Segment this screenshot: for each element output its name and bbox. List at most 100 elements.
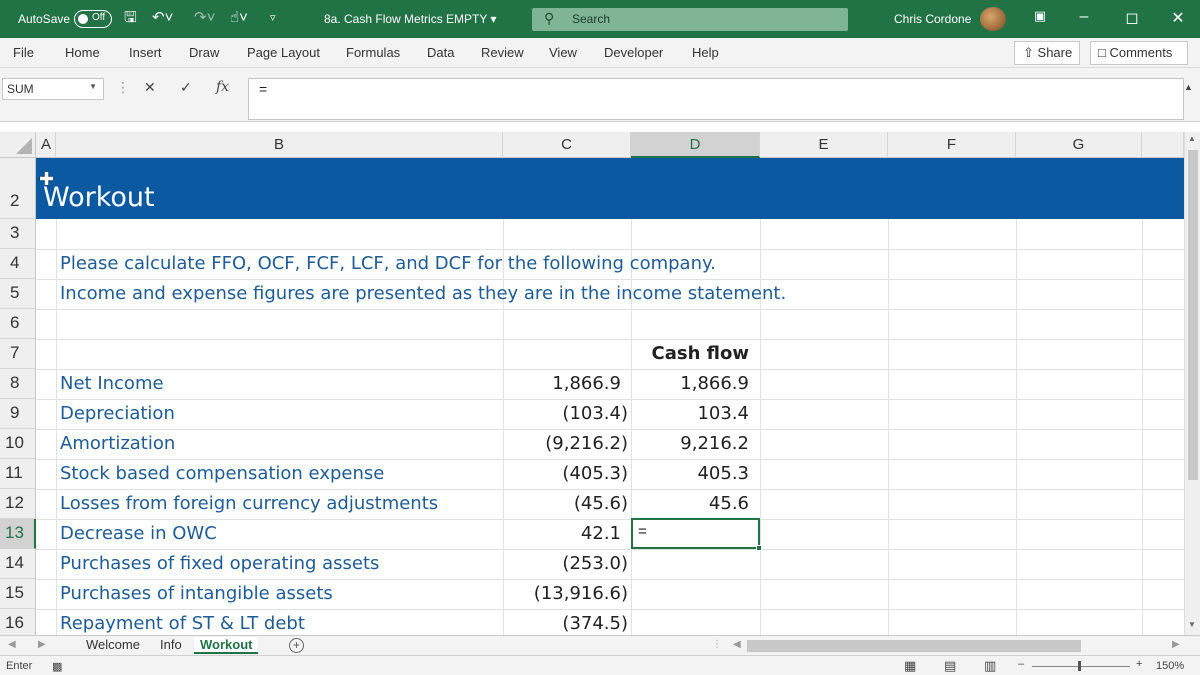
active-cell-d13[interactable]: = [631,518,762,551]
formula-input[interactable]: = [248,78,1184,120]
column-header-next[interactable] [1142,132,1184,158]
chevron-down-icon[interactable]: ▼ [89,82,97,91]
row-header-10[interactable]: 10 [0,429,36,459]
tab-home[interactable]: Home [65,45,100,60]
undo-icon[interactable]: ↶˅ [152,9,173,27]
scroll-down-icon[interactable]: ▼ [1188,620,1196,629]
gridline [631,158,632,635]
tab-data[interactable]: Data [427,45,454,60]
item-value: (405.3) [562,463,628,484]
row-header-6[interactable]: 6 [0,309,36,339]
scroll-up-icon[interactable]: ▲ [1188,134,1196,143]
zoom-in-icon[interactable]: + [1136,658,1142,670]
more-options-icon[interactable]: ⋮ [116,79,130,96]
prev-sheet-icon[interactable]: ◀ [8,639,16,650]
zoom-level[interactable]: 150% [1156,660,1184,672]
confirm-entry-icon[interactable]: ✓ [180,79,192,96]
customize-toolbar-icon[interactable]: ▿ [270,9,276,27]
tab-file[interactable]: File [13,45,34,60]
column-header-e[interactable]: E [760,132,888,158]
insert-function-icon[interactable]: fx [216,79,229,95]
column-header-f[interactable]: F [888,132,1016,158]
comments-button[interactable]: □ Comments [1090,41,1188,65]
row-header-9[interactable]: 9 [0,399,36,429]
scroll-left-icon[interactable]: ◀ [733,639,741,650]
cancel-entry-icon[interactable]: ✕ [144,79,156,96]
tab-draw[interactable]: Draw [189,45,219,60]
column-header-b[interactable]: B [56,132,503,158]
share-button[interactable]: ⇧ Share [1014,41,1080,65]
next-sheet-icon[interactable]: ▶ [38,639,46,650]
scrollbar-thumb[interactable] [1188,150,1198,480]
search-placeholder: Search [572,12,611,26]
save-icon[interactable]: 🖫 [124,9,137,27]
tab-page-layout[interactable]: Page Layout [247,45,320,60]
add-sheet-icon[interactable]: + [289,638,304,653]
item-label: Amortization [60,433,176,454]
column-header-a[interactable]: A [36,132,56,158]
tab-split-icon[interactable]: ⋮ [712,639,722,650]
tab-review[interactable]: Review [481,45,524,60]
row-header-13[interactable]: 13 [0,519,36,549]
spreadsheet-grid[interactable]: A B C D E F G 2 3 4 5 6 7 8 9 10 11 12 1… [0,132,1184,635]
zoom-slider-thumb[interactable] [1078,661,1081,671]
sheet-tab-welcome[interactable]: Welcome [86,637,140,652]
name-box[interactable]: SUM ▼ [2,78,104,100]
tab-formulas[interactable]: Formulas [346,45,400,60]
gridline [36,609,1184,610]
row-header-8[interactable]: 8 [0,369,36,399]
page-break-preview-icon[interactable]: ▥ [984,658,996,674]
normal-view-icon[interactable]: ▦ [904,658,916,674]
tab-help[interactable]: Help [692,45,719,60]
avatar[interactable] [980,7,1006,31]
item-value: (253.0) [562,553,628,574]
expand-formula-bar-icon[interactable]: ▲ [1184,82,1193,92]
row-header-5[interactable]: 5 [0,279,36,309]
fill-handle[interactable] [756,545,762,551]
select-all-corner[interactable] [0,132,36,158]
autosave-toggle[interactable]: Off [74,10,112,28]
row-header-15[interactable]: 15 [0,579,36,609]
autosave-state: Off [92,12,106,23]
touch-mode-icon[interactable]: ☝˅ [230,9,248,27]
row-header-11[interactable]: 11 [0,459,36,489]
zoom-out-icon[interactable]: – [1018,658,1024,670]
row-header-7[interactable]: 7 [0,339,36,369]
gridline [36,549,1184,550]
row-header-3[interactable]: 3 [0,219,36,249]
scroll-right-icon[interactable]: ▶ [1172,639,1180,650]
gridline [56,158,57,635]
horizontal-scrollbar-thumb[interactable] [747,640,1081,652]
item-cash-flow: 405.3 [697,463,749,484]
tab-view[interactable]: View [549,45,577,60]
tab-developer[interactable]: Developer [604,45,663,60]
title-banner[interactable] [36,158,1184,219]
row-header-4[interactable]: 4 [0,249,36,279]
document-title[interactable]: 8a. Cash Flow Metrics EMPTY ▾ [324,12,497,26]
page-layout-view-icon[interactable]: ▤ [944,658,956,674]
search-box[interactable]: ⚲ Search [532,8,848,31]
zoom-slider[interactable] [1032,666,1130,667]
vertical-scrollbar[interactable]: ▲ ▼ [1184,132,1200,635]
redo-icon[interactable]: ↷˅ [194,9,215,27]
item-label: Depreciation [60,403,175,424]
maximize-icon[interactable]: ◻ [1120,8,1144,28]
row-header-14[interactable]: 14 [0,549,36,579]
close-icon[interactable]: ✕ [1166,8,1190,28]
ribbon-display-icon[interactable]: ▣ [1028,8,1052,24]
user-name[interactable]: Chris Cordone [894,12,971,26]
row-header-16[interactable]: 16 [0,609,36,635]
sheet-tab-info[interactable]: Info [160,637,182,652]
row-header-12[interactable]: 12 [0,489,36,519]
tab-insert[interactable]: Insert [129,45,162,60]
column-header-g[interactable]: G [1016,132,1142,158]
autosave-label: AutoSave [18,12,71,26]
column-header-c[interactable]: C [503,132,631,158]
accessibility-icon[interactable]: ▩ [52,660,62,673]
row-header-2[interactable]: 2 [0,158,36,219]
column-header-d[interactable]: D [631,132,760,158]
sheet-tab-workout[interactable]: Workout [194,637,259,654]
item-value: (13,916.6) [533,583,628,604]
minimize-icon[interactable]: – [1072,8,1096,26]
item-label: Stock based compensation expense [60,463,385,484]
